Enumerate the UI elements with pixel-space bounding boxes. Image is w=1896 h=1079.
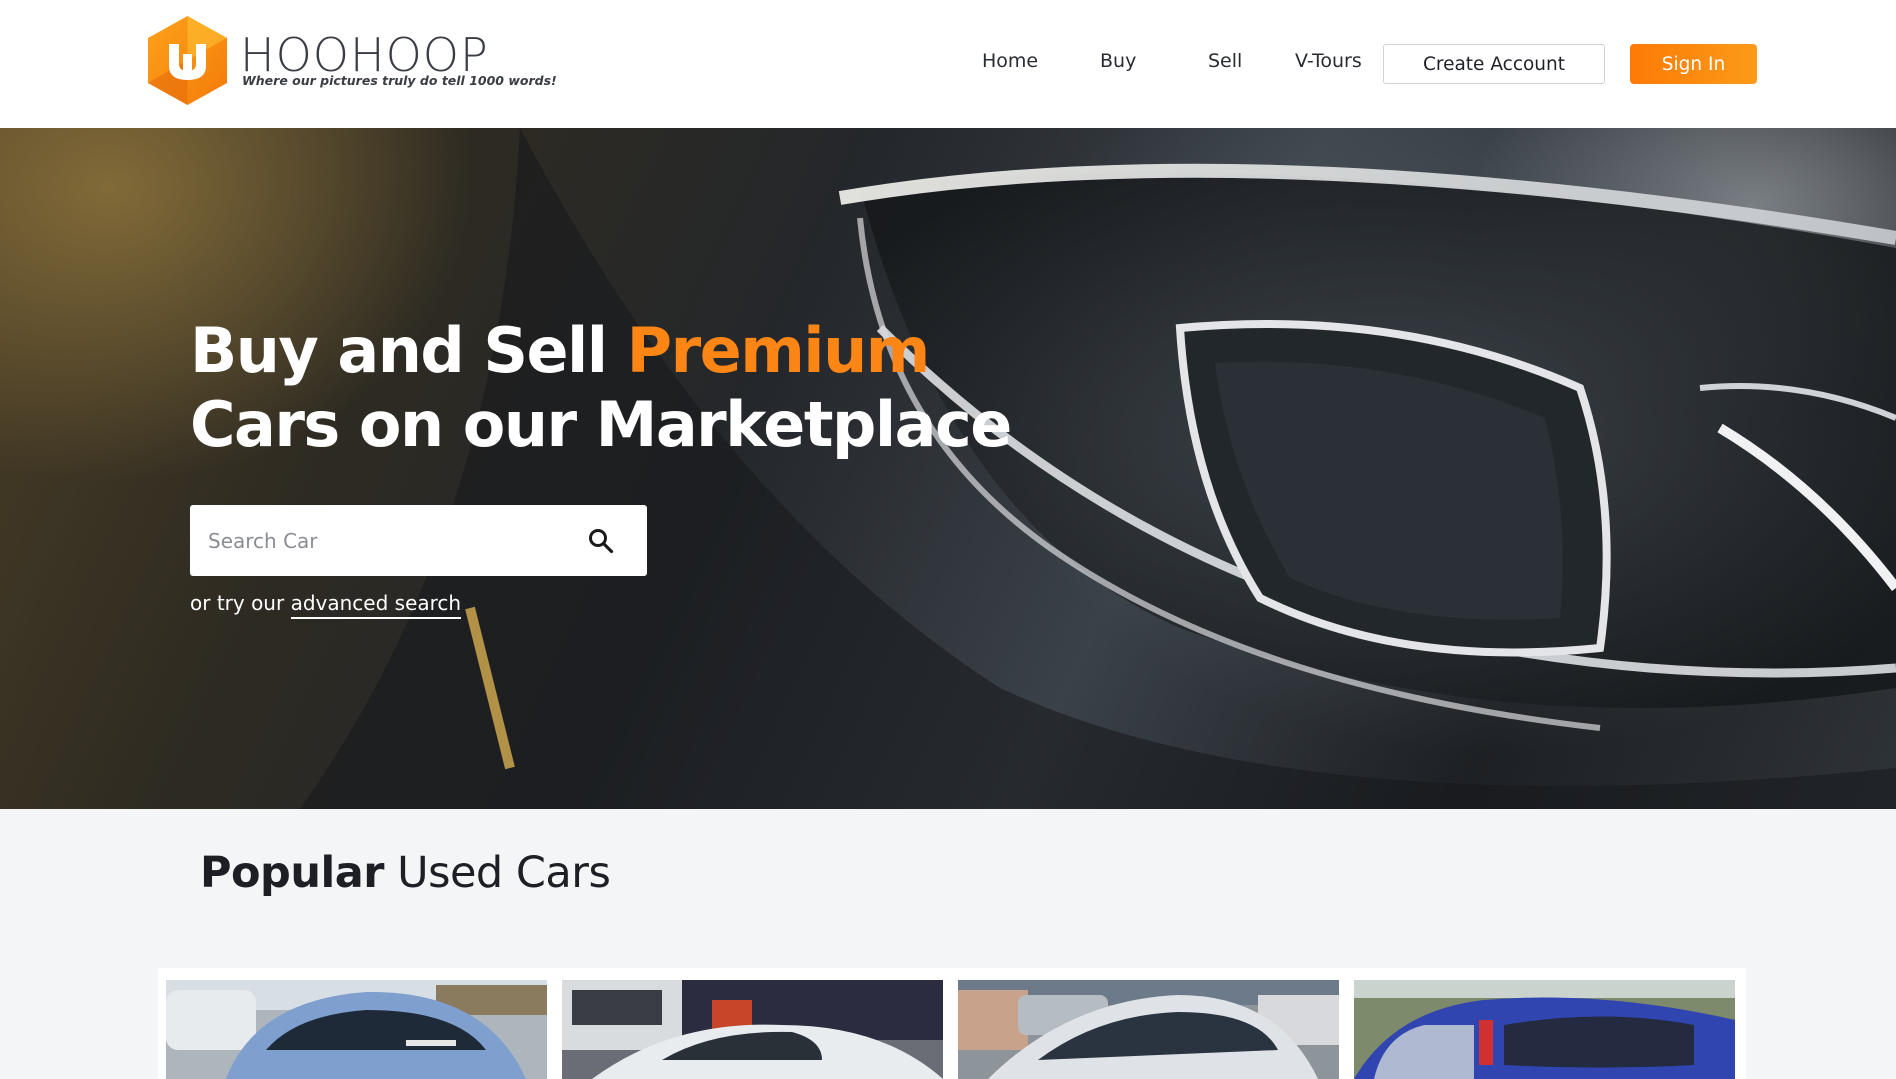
brand-tagline: Where our pictures truly do tell 1000 wo… [242, 73, 557, 88]
car-card-4[interactable] [1354, 980, 1735, 1079]
advanced-search-text: or try our advanced search [190, 591, 462, 619]
car-card-2[interactable] [562, 980, 943, 1079]
brand-name[interactable]: HOOHOOP [240, 31, 489, 79]
create-account-button[interactable]: Create Account [1383, 44, 1605, 84]
car-card-1[interactable] [166, 980, 547, 1079]
hoohoop-logo[interactable] [145, 14, 230, 107]
advanced-search-prefix: or try our [190, 591, 291, 615]
nav-buy[interactable]: Buy [1100, 50, 1136, 72]
nav-home[interactable]: Home [982, 50, 1038, 72]
popular-section-title: Popular Used Cars [200, 848, 611, 898]
hero-banner: Buy and Sell Premium Cars on our Marketp… [0, 128, 1896, 809]
popular-title-rest: Used Cars [383, 848, 611, 898]
hero-title: Buy and Sell Premium Cars on our Marketp… [190, 314, 1012, 462]
nav-v-tours[interactable]: V-Tours [1295, 50, 1362, 72]
white-hatchback-photo [562, 980, 943, 1079]
car-headlight-image [300, 128, 1896, 809]
search-box [190, 505, 647, 576]
car-card-3[interactable] [958, 980, 1339, 1079]
navbar: HOOHOOP Where our pictures truly do tell… [0, 0, 1896, 128]
search-icon[interactable] [588, 528, 614, 554]
search-car-input[interactable] [208, 505, 568, 576]
sign-in-button[interactable]: Sign In [1630, 44, 1757, 84]
hero-title-part1: Buy and Sell [190, 314, 627, 387]
silver-hatchback-photo [166, 980, 547, 1079]
nav-sell[interactable]: Sell [1208, 50, 1242, 72]
hero-title-part2: Cars on our Marketplace [190, 388, 1012, 461]
popular-title-bold: Popular [200, 848, 384, 898]
silver-sedan-photo [958, 980, 1339, 1079]
advanced-search-link[interactable]: advanced search [290, 591, 462, 619]
hero-title-accent: Premium [626, 314, 931, 387]
blue-hatchback-photo [1354, 980, 1735, 1079]
